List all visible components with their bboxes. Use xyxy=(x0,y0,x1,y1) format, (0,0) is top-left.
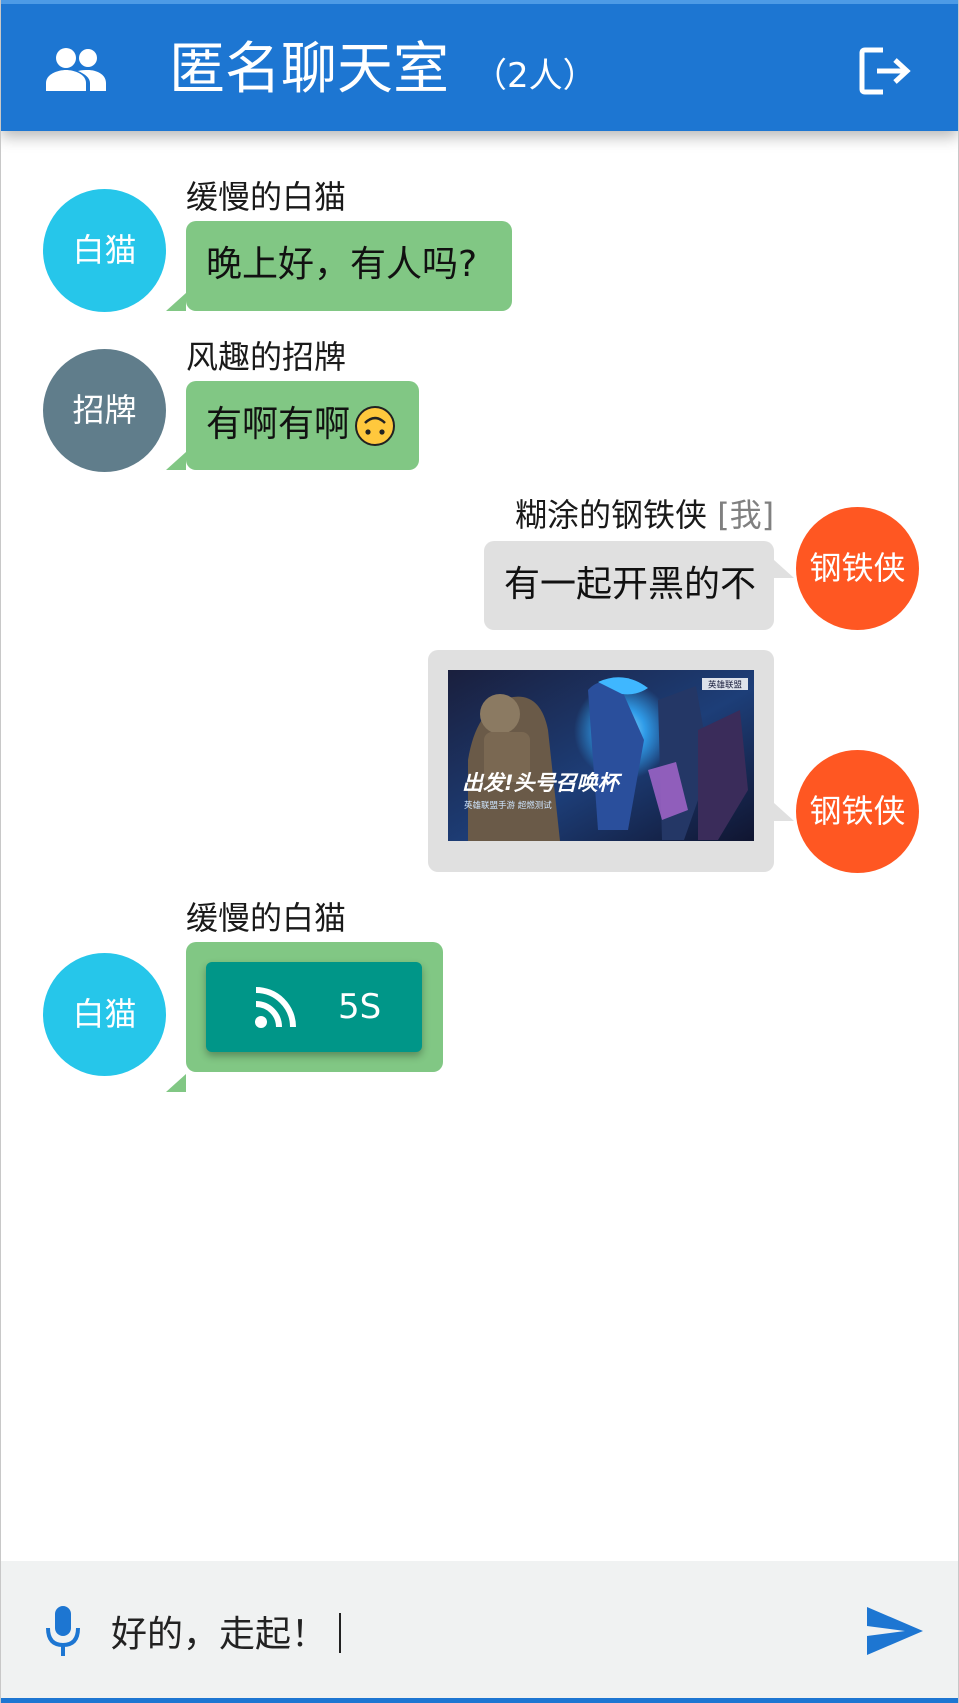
bubble-tail xyxy=(774,803,794,821)
upside-down-face-icon xyxy=(355,406,395,446)
avatar[interactable]: 钢铁侠 xyxy=(796,750,919,873)
page-title: 匿名聊天室 xyxy=(169,37,449,102)
bubble-tail xyxy=(166,1074,186,1092)
message-bubble: 有一起开黑的不 xyxy=(484,541,774,630)
microphone-icon[interactable] xyxy=(43,1604,83,1658)
message-text: 有一起开黑的不 xyxy=(504,564,757,605)
input-bar xyxy=(1,1561,958,1703)
bubble-tail xyxy=(166,293,186,311)
sender-name: 糊涂的钢铁侠 [我] xyxy=(515,493,774,537)
message-input[interactable] xyxy=(111,1591,831,1671)
message-bubble: 5S xyxy=(186,942,443,1072)
message-bubble: 晚上好，有人吗? xyxy=(186,221,512,311)
text-caret xyxy=(339,1613,341,1653)
self-tag: [我] xyxy=(717,496,775,534)
sender-name-text: 糊涂的钢铁侠 xyxy=(515,496,708,534)
avatar[interactable]: 钢铁侠 xyxy=(796,507,919,630)
message-list[interactable]: 白猫 缓慢的白猫 晚上好，有人吗? 招牌 风趣的招牌 有啊有啊 钢铁侠 糊涂的钢… xyxy=(1,131,958,1561)
message-bubble: 英雄联盟 出发!头号召唤杯 英雄联盟手游 超燃测试 xyxy=(428,650,774,872)
app-header: 匿名聊天室 （2人） xyxy=(1,0,958,131)
sender-name: 缓慢的白猫 xyxy=(186,178,347,216)
message-text: 有啊有啊 xyxy=(206,404,351,445)
image-title-text: 出发!头号召唤杯 xyxy=(462,771,623,795)
avatar[interactable]: 招牌 xyxy=(43,349,166,472)
image-logo-text: 英雄联盟 xyxy=(708,680,743,691)
sender-name: 风趣的招牌 xyxy=(186,338,347,376)
message-bubble: 有啊有啊 xyxy=(186,381,419,470)
send-icon[interactable] xyxy=(865,1605,925,1657)
member-count: （2人） xyxy=(473,56,597,96)
group-icon[interactable] xyxy=(44,47,106,91)
avatar[interactable]: 白猫 xyxy=(43,189,166,312)
sender-name: 缓慢的白猫 xyxy=(186,899,347,937)
voice-play-button[interactable]: 5S xyxy=(206,962,422,1052)
bubble-tail xyxy=(774,560,794,578)
avatar[interactable]: 白猫 xyxy=(43,953,166,1076)
image-message[interactable]: 英雄联盟 出发!头号召唤杯 英雄联盟手游 超燃测试 xyxy=(448,670,754,841)
message-text: 晚上好，有人吗? xyxy=(206,244,478,285)
voice-duration: 5S xyxy=(338,987,382,1027)
rss-icon xyxy=(255,987,296,1028)
game-promo-image: 英雄联盟 出发!头号召唤杯 英雄联盟手游 超燃测试 xyxy=(448,670,754,841)
logout-icon[interactable] xyxy=(859,46,913,96)
chat-app: 匿名聊天室 （2人） 白猫 缓慢的白猫 晚上好，有人吗? 招牌 风趣的招牌 有啊… xyxy=(0,0,959,1703)
image-subtitle-text: 英雄联盟手游 超燃测试 xyxy=(464,800,552,811)
bubble-tail xyxy=(166,452,186,470)
